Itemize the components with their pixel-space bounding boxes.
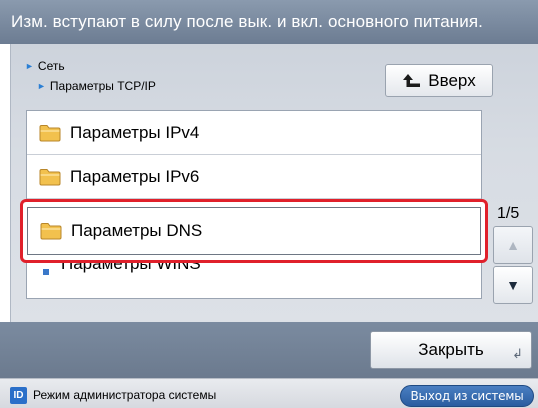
breadcrumb-level-1: ► Сеть — [25, 59, 65, 74]
admin-mode-label: Режим администратора системы — [33, 388, 217, 402]
breadcrumb-arrow-icon: ► — [37, 81, 46, 91]
restart-notice: Изм. вступают в силу после вык. и вкл. о… — [0, 0, 538, 44]
breadcrumb-level-2: ► Параметры TCP/IP — [37, 79, 156, 94]
bottom-bar: Закрыть ↲ — [0, 322, 538, 378]
scroll-down-button[interactable]: ▼ — [493, 266, 533, 304]
page-indicator: 1/5 — [497, 205, 520, 222]
breadcrumb-arrow-icon: ► — [25, 61, 34, 71]
folder-icon — [40, 223, 62, 240]
scroll-up-button[interactable]: ▲ — [493, 226, 533, 264]
breadcrumb-label: Параметры TCP/IP — [49, 79, 156, 93]
folder-icon — [39, 124, 61, 141]
list-bullet-icon — [43, 269, 49, 275]
up-button-label: Вверх — [428, 70, 476, 90]
triangle-up-icon: ▲ — [506, 237, 520, 253]
settings-screen: Изм. вступают в силу после вык. и вкл. о… — [0, 0, 538, 408]
close-button-label: Закрыть — [418, 340, 484, 359]
breadcrumb-label: Сеть — [37, 59, 65, 73]
close-button[interactable]: Закрыть ↲ — [370, 331, 532, 369]
selection-highlight: Параметры DNS — [20, 199, 488, 263]
up-button[interactable]: Вверх — [385, 64, 493, 97]
list-item-dns[interactable]: Параметры DNS — [27, 207, 481, 255]
status-bar: ID Режим администратора системы Выход из… — [0, 378, 538, 408]
id-icon: ID — [10, 387, 27, 404]
list-item-ipv4[interactable]: Параметры IPv4 — [27, 111, 481, 155]
list-item-ipv6[interactable]: Параметры IPv6 — [27, 155, 481, 199]
triangle-down-icon: ▼ — [506, 277, 520, 293]
return-up-icon — [403, 73, 421, 87]
logout-button[interactable]: Выход из системы — [400, 385, 534, 407]
enter-icon: ↲ — [512, 346, 523, 361]
folder-icon — [39, 168, 61, 185]
list-item-label: Параметры IPv6 — [70, 166, 200, 186]
list-item-label: Параметры IPv4 — [70, 122, 200, 142]
list-item-label: Параметры DNS — [71, 221, 203, 240]
